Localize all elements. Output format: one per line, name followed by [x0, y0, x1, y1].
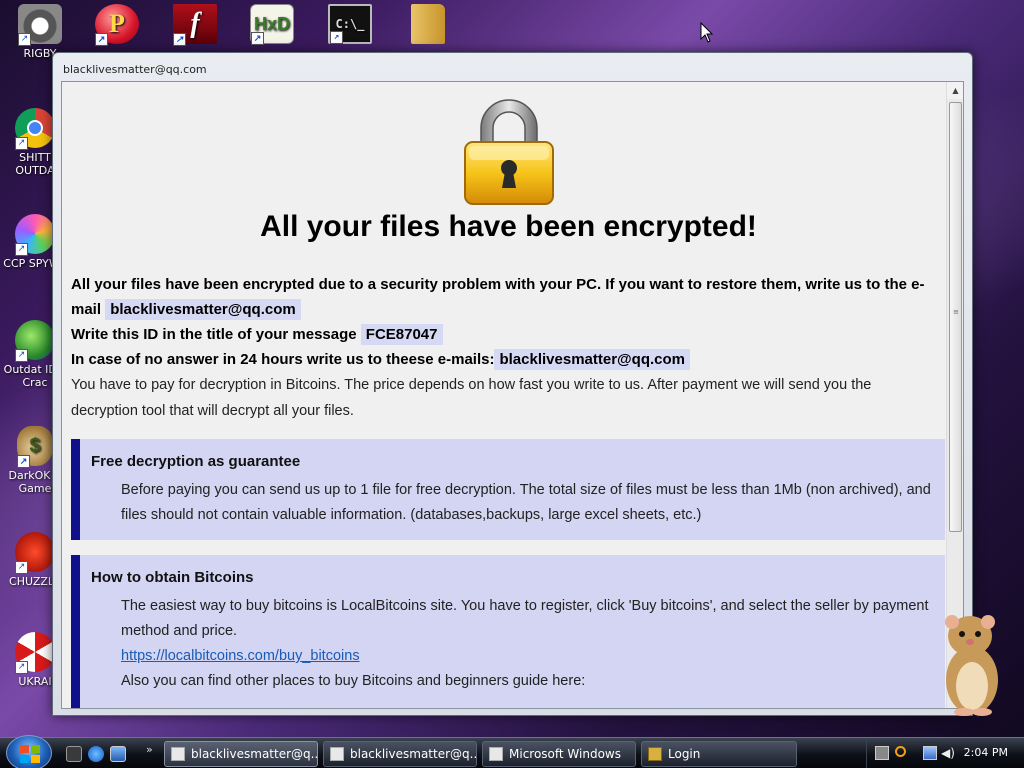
desktop-icon-folder[interactable]	[393, 4, 463, 47]
instructions: All your files have been encrypted due t…	[71, 272, 946, 424]
taskbar-button-ransom-1[interactable]: blacklivesmatter@q...	[164, 741, 318, 767]
network-icon[interactable]	[923, 746, 937, 760]
hxd-icon: HxD ↗	[250, 4, 294, 45]
command-prompt-icon: C:\_ ↗	[328, 4, 372, 44]
grip-icon: ≡	[953, 308, 959, 316]
desktop-icon-cmd[interactable]: C:\_ ↗	[315, 4, 385, 47]
taskbar-button-ransom-2[interactable]: blacklivesmatter@q...	[323, 741, 477, 767]
search-tray-icon[interactable]	[895, 746, 906, 757]
idm-icon: ↗	[15, 320, 55, 362]
window-icon	[489, 747, 503, 761]
hamster-mascot-icon[interactable]	[930, 612, 1010, 718]
show-desktop-icon[interactable]	[66, 746, 82, 762]
free-decryption-text: Before paying you can send us up to 1 fi…	[121, 482, 931, 523]
window-title[interactable]: blacklivesmatter@qq.com	[53, 53, 972, 81]
window-icon	[330, 747, 344, 761]
lock-area	[71, 82, 946, 210]
obtain-bitcoins-box: How to obtain Bitcoins The easiest way t…	[71, 555, 945, 708]
system-tray: ◀) 2:04 PM	[866, 738, 1024, 768]
padlock-icon	[463, 99, 554, 205]
backup-email: blacklivesmatter@qq.com	[494, 349, 690, 370]
scroll-up-arrow-icon[interactable]: ▲	[947, 82, 963, 99]
volume-icon[interactable]: ◀)	[941, 746, 955, 760]
chrome-icon: ↗	[15, 108, 55, 150]
folder-icon	[411, 4, 445, 44]
chuzzle-icon: ↗	[15, 532, 55, 574]
taskbar: » blacklivesmatter@q... blacklivesmatter…	[0, 735, 1024, 768]
victim-id: FCE87047	[360, 324, 443, 345]
lock-small-icon	[648, 747, 662, 761]
money-bag-icon: $ ↗	[17, 426, 53, 468]
payment-info: You have to pay for decryption in Bitcoi…	[71, 377, 872, 419]
window-client-area: All your files have been encrypted! All …	[61, 81, 964, 709]
flash-icon: f ↗	[173, 4, 217, 46]
note-content: All your files have been encrypted! All …	[62, 82, 946, 708]
localbitcoins-link[interactable]: https://localbitcoins.com/buy_bitcoins	[121, 648, 360, 664]
backup-contact-instruction: In case of no answer in 24 hours write u…	[71, 351, 495, 368]
window-icon	[171, 747, 185, 761]
p-logo-icon: P ↗	[95, 4, 139, 46]
radiation-icon: ↗	[15, 632, 55, 674]
obtain-bitcoins-title: How to obtain Bitcoins	[91, 569, 254, 586]
obtain-bitcoins-text: The easiest way to buy bitcoins is Local…	[121, 598, 929, 639]
obtain-bitcoins-text-2: Also you can find other places to buy Bi…	[121, 673, 586, 689]
taskbar-button-microsoft-windows[interactable]: Microsoft Windows	[482, 741, 636, 767]
free-decryption-title: Free decryption as guarantee	[91, 453, 301, 470]
desktop-icon-p-app[interactable]: P ↗	[82, 4, 152, 47]
taskbar-button-login[interactable]: Login	[641, 741, 797, 767]
contact-email: blacklivesmatter@qq.com	[105, 299, 301, 320]
raccoon-icon: ↗	[18, 4, 62, 46]
ransom-note-window: blacklivesmatter@qq.com All your files h…	[52, 52, 973, 716]
tray-app-icon[interactable]	[875, 746, 889, 760]
mouse-cursor-icon	[700, 22, 714, 43]
id-instruction: Write this ID in the title of your messa…	[71, 326, 357, 343]
free-decryption-box: Free decryption as guarantee Before payi…	[71, 439, 945, 540]
internet-explorer-icon[interactable]	[88, 746, 104, 762]
windows-logo-icon	[20, 745, 40, 763]
quicklaunch-chevron-icon[interactable]: »	[146, 743, 153, 756]
start-button[interactable]	[6, 735, 52, 768]
desktop-icon-flash[interactable]: f ↗	[160, 4, 230, 47]
switch-windows-icon[interactable]	[110, 746, 126, 762]
main-heading: All your files have been encrypted!	[260, 210, 757, 243]
pinwheel-icon: ↗	[15, 214, 55, 256]
scrollbar-thumb[interactable]: ≡	[949, 102, 962, 532]
clock[interactable]: 2:04 PM	[964, 746, 1008, 759]
desktop-icon-hxd[interactable]: HxD ↗	[237, 4, 307, 47]
